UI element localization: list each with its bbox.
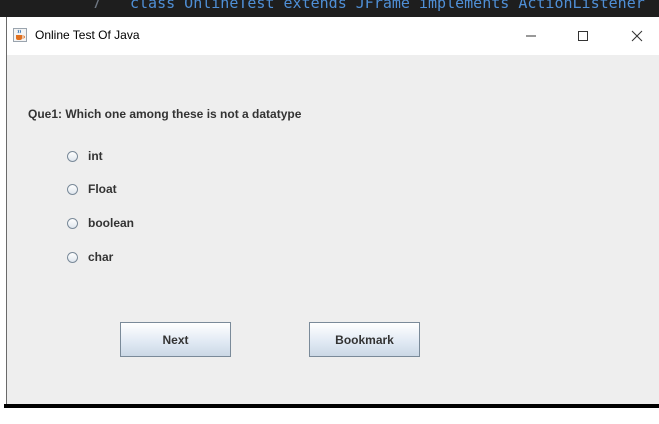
radio-button[interactable]	[67, 251, 78, 263]
editor-code-line: class OnlineTest extends JFrame implemen…	[130, 0, 645, 12]
close-button[interactable]	[614, 17, 659, 55]
editor-line-number: 7	[92, 0, 102, 12]
radio-button[interactable]	[67, 150, 78, 162]
window-title: Online Test Of Java	[35, 28, 140, 42]
background-code-editor: 7 class OnlineTest extends JFrame implem…	[0, 0, 659, 17]
option-label: boolean	[88, 216, 135, 230]
option-int[interactable]: int	[67, 148, 103, 164]
option-label: char	[88, 250, 114, 264]
maximize-button[interactable]	[560, 17, 606, 55]
title-bar[interactable]: Online Test Of Java	[7, 17, 659, 55]
app-window: Online Test Of Java Que1: Which one amon…	[6, 17, 659, 404]
question-label: Que1: Which one among these is not a dat…	[28, 107, 302, 121]
option-label: int	[88, 149, 103, 163]
maximize-icon	[578, 31, 588, 41]
java-cup-icon	[13, 28, 27, 42]
radio-button[interactable]	[67, 183, 78, 195]
option-float[interactable]: Float	[67, 181, 117, 197]
test-panel: Que1: Which one among these is not a dat…	[7, 55, 659, 404]
next-button[interactable]: Next	[120, 322, 231, 357]
option-char[interactable]: char	[67, 249, 113, 265]
option-boolean[interactable]: boolean	[67, 215, 134, 231]
option-label: Float	[88, 182, 117, 196]
close-icon	[631, 30, 643, 42]
bookmark-button[interactable]: Bookmark	[309, 322, 420, 357]
minimize-icon	[526, 35, 536, 37]
radio-button[interactable]	[67, 217, 78, 229]
minimize-button[interactable]	[508, 17, 554, 55]
window-bottom-edge	[4, 404, 659, 408]
